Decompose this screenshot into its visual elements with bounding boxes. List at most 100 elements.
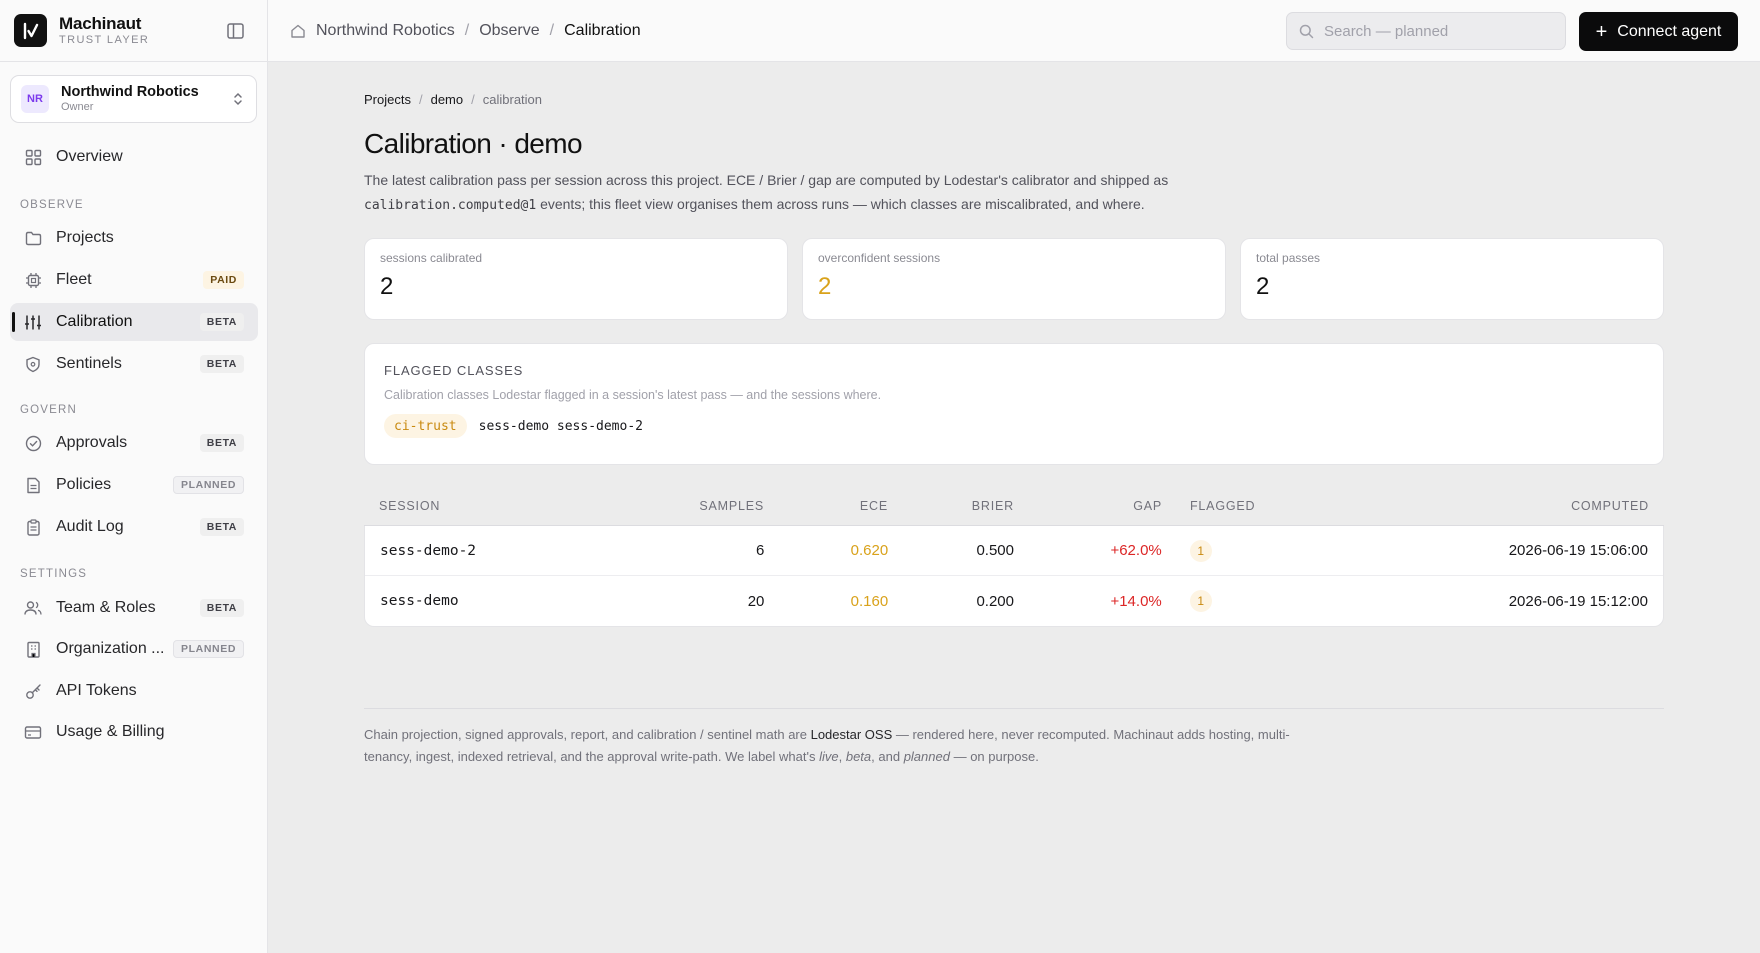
planned-badge: PLANNED	[173, 640, 244, 658]
flagged-classes-card: FLAGGED CLASSES Calibration classes Lode…	[364, 343, 1664, 465]
col-computed: COMPUTED	[1571, 498, 1649, 513]
sidebar-item-approvals[interactable]: Approvals BETA	[10, 424, 258, 462]
sidebar-item-team-roles[interactable]: Team & Roles BETA	[10, 589, 258, 627]
breadcrumb: Northwind Robotics / Observe / Calibrati…	[290, 22, 641, 40]
page-description: The latest calibration pass per session …	[364, 168, 1194, 218]
cell-flagged: 1	[1162, 539, 1382, 562]
sidebar-collapse-icon[interactable]	[226, 22, 246, 40]
users-icon	[24, 599, 42, 617]
breadcrumb-separator: /	[549, 21, 555, 39]
sidebar: Machinaut TRUST LAYER NR Northwind Robot…	[0, 0, 268, 953]
page-title: Calibration · demo	[364, 128, 583, 159]
sidebar-item-label: Team & Roles	[56, 599, 156, 616]
footer-live: live	[819, 749, 839, 764]
search-input[interactable]: Search — planned	[1286, 12, 1566, 50]
sidebar-item-organization[interactable]: Organization ... PLANNED	[10, 630, 258, 668]
description-text: The latest calibration pass per session …	[364, 172, 1169, 188]
cell-gap: +14.0%	[1110, 592, 1162, 610]
crumb-separator: /	[471, 92, 475, 107]
section-settings: SETTINGS	[20, 568, 88, 580]
stat-card-sessions-calibrated: sessions calibrated 2	[364, 238, 788, 320]
org-role: Owner	[61, 101, 94, 114]
connect-agent-label: Connect agent	[1617, 22, 1722, 40]
footer-text: , and	[871, 749, 904, 764]
cell-gap: +62.0%	[1110, 542, 1162, 559]
lodestar-oss-link[interactable]: Lodestar OSS	[811, 727, 893, 742]
org-name: Northwind Robotics	[61, 83, 199, 100]
class-chip[interactable]: ci-trust	[384, 414, 467, 438]
sidebar-item-label: Organization ...	[56, 640, 165, 657]
footer-text: Chain projection, signed approvals, repo…	[364, 727, 811, 742]
key-icon	[24, 682, 42, 700]
cell-computed: 2026-06-19 15:06:00	[1508, 542, 1648, 559]
col-session: SESSION	[379, 498, 441, 513]
cell-flagged: 1	[1162, 590, 1382, 612]
table-body: sess-demo-2 6 0.620 0.500 +62.0% 1 2026-…	[364, 526, 1664, 627]
crumb-projects[interactable]: Projects	[364, 92, 411, 107]
cpu-icon	[24, 271, 42, 289]
sidebar-item-policies[interactable]: Policies PLANNED	[10, 466, 258, 504]
shield-icon	[24, 355, 42, 373]
brand-name: Machinaut	[59, 14, 142, 33]
crumb-demo[interactable]: demo	[431, 92, 464, 107]
col-gap: GAP	[1133, 498, 1162, 513]
folder-icon	[24, 229, 42, 247]
search-icon	[1299, 24, 1314, 39]
section-govern: GOVERN	[20, 404, 78, 416]
org-switcher[interactable]: NR Northwind Robotics Owner	[10, 75, 257, 123]
stat-card-total-passes: total passes 2	[1240, 238, 1664, 320]
table-header: SESSION SAMPLES ECE BRIER GAP FLAGGED CO…	[364, 486, 1664, 526]
cell-brier: 0.500	[976, 542, 1014, 559]
sidebar-item-api-tokens[interactable]: API Tokens	[10, 672, 258, 710]
sidebar-item-label: Audit Log	[56, 518, 124, 535]
cell-computed: 2026-06-19 15:12:00	[1508, 592, 1648, 610]
plus-icon: +	[1595, 20, 1608, 43]
breadcrumb-current: Calibration	[564, 21, 641, 39]
sidebar-item-label: API Tokens	[56, 682, 137, 699]
stat-label: overconfident sessions	[818, 251, 941, 265]
breadcrumb-org[interactable]: Northwind Robotics	[316, 22, 455, 40]
sidebar-item-sentinels[interactable]: Sentinels BETA	[10, 345, 258, 383]
sliders-icon	[24, 313, 42, 331]
crumb-separator: /	[418, 92, 423, 107]
cell-brier: 0.200	[976, 592, 1014, 610]
event-name: calibration.computed@1	[364, 198, 537, 213]
flagged-class-row: ci-trust sess-demo sess-demo-2	[384, 414, 1644, 438]
footer-divider	[364, 708, 1664, 709]
footer-beta: beta	[845, 749, 872, 764]
page-breadcrumb: Projects / demo / calibration	[364, 92, 542, 107]
stat-card-overconfident: overconfident sessions 2	[802, 238, 1226, 320]
description-text-2: events; this fleet view organises them a…	[536, 196, 1145, 212]
sidebar-item-projects[interactable]: Projects	[10, 219, 258, 257]
sidebar-item-label: Approvals	[56, 434, 128, 451]
table-row[interactable]: sess-demo 20 0.160 0.200 +14.0% 1 2026-0…	[365, 576, 1663, 626]
beta-badge: BETA	[199, 434, 244, 452]
sidebar-item-audit-log[interactable]: Audit Log BETA	[10, 508, 258, 546]
sidebar-item-overview[interactable]: Overview	[10, 138, 258, 176]
sidebar-item-label: Calibration	[56, 313, 133, 330]
footer-text: ,	[838, 749, 846, 764]
building-icon	[24, 640, 42, 658]
breadcrumb-observe[interactable]: Observe	[479, 22, 539, 40]
beta-badge: BETA	[199, 313, 244, 331]
planned-badge: PLANNED	[173, 476, 244, 494]
beta-badge: BETA	[199, 355, 244, 373]
cell-session[interactable]: sess-demo	[365, 593, 645, 609]
sidebar-item-label: Overview	[56, 148, 123, 165]
sidebar-item-calibration[interactable]: Calibration BETA	[10, 303, 258, 341]
footer-planned: planned	[903, 749, 950, 764]
crumb-current: calibration	[482, 92, 543, 107]
stat-value: 2	[1256, 273, 1270, 300]
home-icon[interactable]	[290, 23, 306, 39]
topbar: Northwind Robotics / Observe / Calibrati…	[268, 0, 1760, 62]
document-icon	[24, 476, 42, 494]
connect-agent-button[interactable]: + Connect agent	[1579, 12, 1738, 51]
col-brier: BRIER	[971, 498, 1014, 513]
org-avatar: NR	[21, 85, 49, 113]
sidebar-item-fleet[interactable]: Fleet PAID	[10, 261, 258, 299]
cell-samples: 6	[756, 542, 765, 559]
footer-text: — on purpose.	[949, 749, 1039, 764]
cell-session[interactable]: sess-demo-2	[365, 543, 645, 559]
table-row[interactable]: sess-demo-2 6 0.620 0.500 +62.0% 1 2026-…	[365, 526, 1663, 576]
sidebar-item-usage-billing[interactable]: Usage & Billing	[10, 713, 258, 751]
